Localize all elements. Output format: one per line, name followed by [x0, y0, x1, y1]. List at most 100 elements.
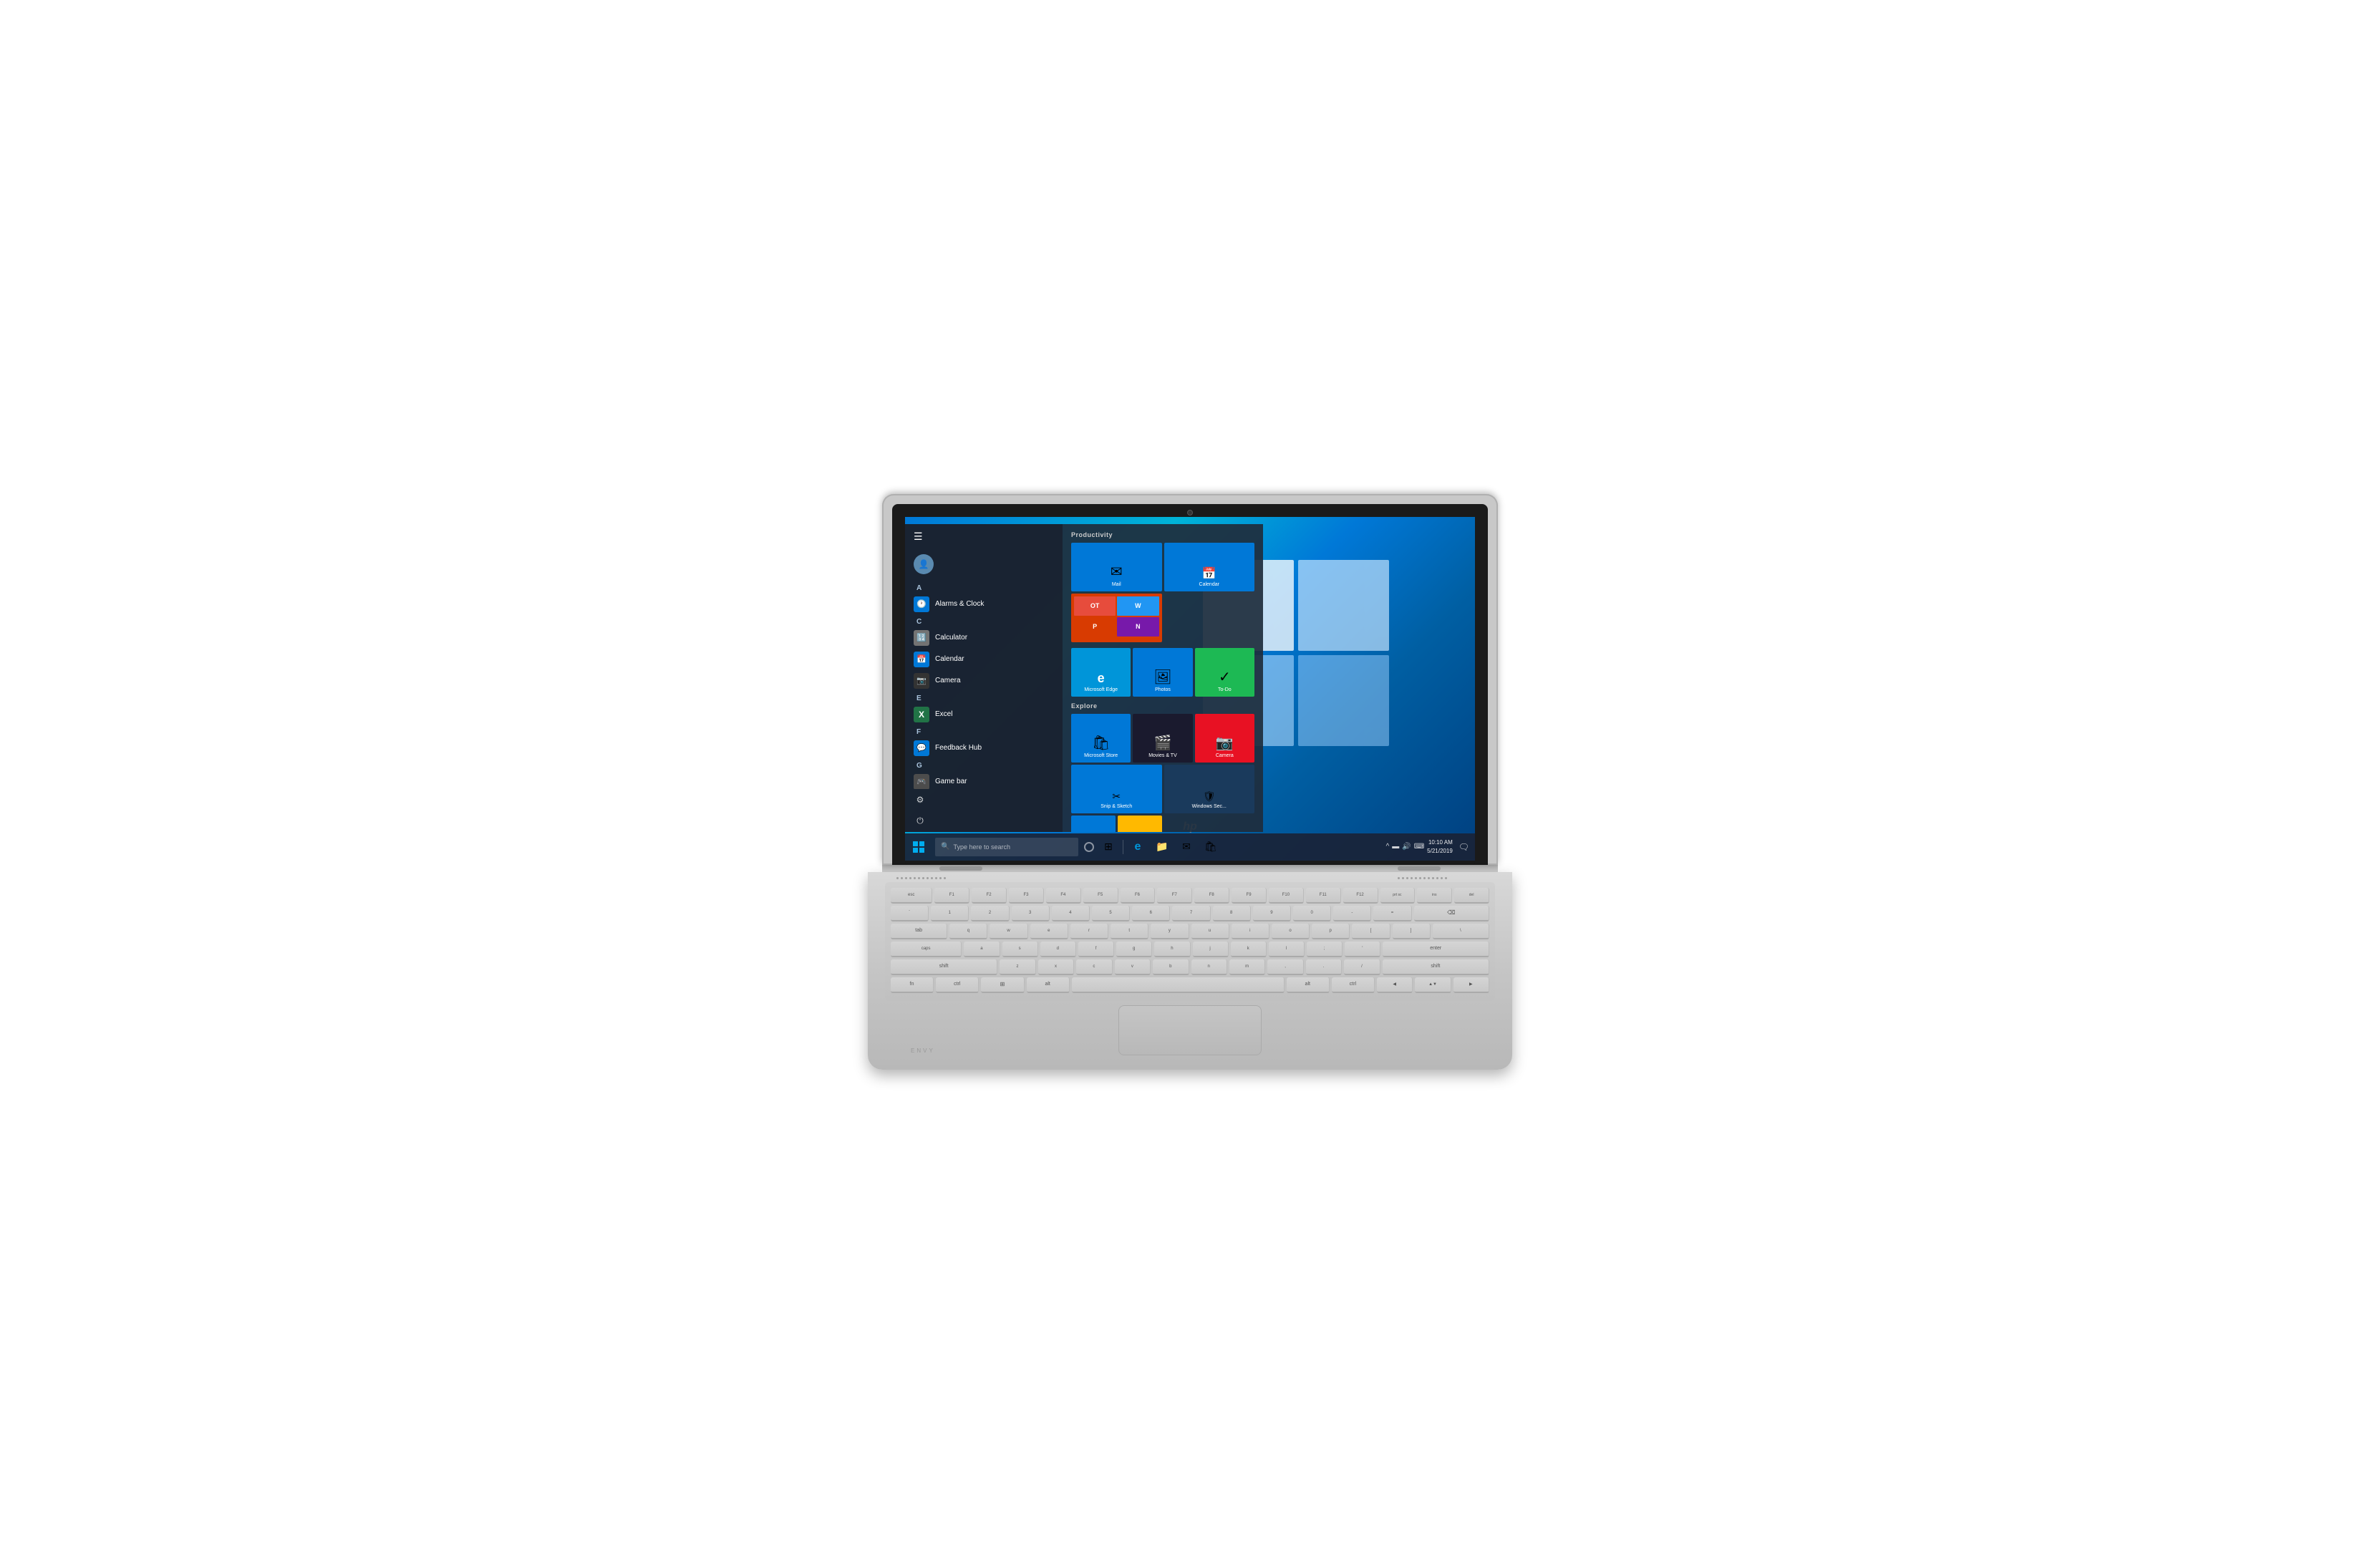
key-ralt[interactable]: alt [1287, 977, 1330, 993]
tile-brightness[interactable]: ☀ [1071, 816, 1116, 832]
tray-language[interactable]: ⌨ [1414, 843, 1424, 851]
key-lctrl[interactable]: ctrl [936, 977, 979, 993]
key-quote[interactable]: ' [1345, 942, 1380, 957]
key-w[interactable]: w [990, 924, 1027, 939]
taskbar-explorer[interactable]: 📁 [1151, 833, 1174, 861]
start-power-item[interactable]: ⏻ [905, 810, 1063, 832]
key-comma[interactable]: , [1267, 959, 1303, 975]
key-f2[interactable]: F2 [972, 888, 1007, 904]
taskbar-edge[interactable]: e [1126, 833, 1149, 861]
key-l[interactable]: l [1269, 942, 1305, 957]
key-m[interactable]: m [1229, 959, 1265, 975]
tile-photos[interactable]: 🖼 Photos [1133, 648, 1192, 697]
key-lalt[interactable]: alt [1027, 977, 1070, 993]
key-backslash[interactable]: \ [1433, 924, 1489, 939]
key-f3[interactable]: F3 [1009, 888, 1044, 904]
taskbar-search[interactable]: 🔍 Type here to search [935, 838, 1078, 856]
start-settings-item[interactable]: ⚙ [905, 789, 1063, 810]
key-updown[interactable]: ▲▼ [1415, 977, 1451, 993]
key-lbracket[interactable]: [ [1352, 924, 1390, 939]
key-x[interactable]: x [1038, 959, 1074, 975]
app-item-gamebar[interactable]: 🎮 Game bar [905, 771, 1063, 789]
key-left[interactable]: ◀ [1377, 977, 1413, 993]
key-f8[interactable]: F8 [1194, 888, 1229, 904]
key-6[interactable]: 6 [1132, 906, 1170, 921]
key-enter[interactable]: enter [1383, 942, 1489, 957]
hamburger-icon[interactable]: ☰ [914, 531, 923, 543]
tray-network[interactable]: ▬ [1392, 843, 1399, 851]
key-j[interactable]: j [1193, 942, 1229, 957]
tile-movies[interactable]: 🎬 Movies & TV [1133, 714, 1192, 763]
touchpad[interactable] [1118, 1005, 1262, 1055]
key-lshift[interactable]: shift [891, 959, 997, 975]
key-7[interactable]: 7 [1172, 906, 1210, 921]
key-r[interactable]: r [1070, 924, 1108, 939]
key-rbracket[interactable]: ] [1393, 924, 1431, 939]
app-item-feedback[interactable]: 💬 Feedback Hub [905, 737, 1063, 759]
tray-volume[interactable]: 🔊 [1402, 843, 1411, 851]
tray-clock[interactable]: 10:10 AM 5/21/2019 [1427, 838, 1453, 854]
key-v[interactable]: v [1115, 959, 1151, 975]
key-esc[interactable]: esc [891, 888, 932, 904]
app-item-calculator[interactable]: 🔢 Calculator [905, 627, 1063, 649]
key-b[interactable]: b [1153, 959, 1189, 975]
user-avatar[interactable]: 👤 [914, 554, 934, 574]
key-f12[interactable]: F12 [1343, 888, 1378, 904]
tray-notification-icon[interactable]: 🗨 [1459, 842, 1469, 852]
key-o[interactable]: o [1272, 924, 1310, 939]
tile-store[interactable]: 🛍 Microsoft Store [1071, 714, 1131, 763]
key-f[interactable]: f [1078, 942, 1114, 957]
tile-snip[interactable]: ✂ Snip & Sketch [1071, 765, 1162, 813]
key-f1[interactable]: F1 [934, 888, 969, 904]
key-f7[interactable]: F7 [1157, 888, 1192, 904]
taskbar-store[interactable]: 🛍 [1199, 833, 1222, 861]
app-item-calendar[interactable]: 📅 Calendar [905, 649, 1063, 670]
app-item-camera[interactable]: 📷 Camera [905, 670, 1063, 692]
key-y[interactable]: y [1151, 924, 1189, 939]
key-g[interactable]: g [1116, 942, 1152, 957]
key-del[interactable]: del [1454, 888, 1489, 904]
key-slash[interactable]: / [1344, 959, 1380, 975]
key-q[interactable]: q [949, 924, 987, 939]
key-p[interactable]: p [1312, 924, 1350, 939]
key-f5[interactable]: F5 [1083, 888, 1118, 904]
cortana-icon[interactable] [1084, 842, 1094, 852]
key-rctrl[interactable]: ctrl [1332, 977, 1375, 993]
key-s[interactable]: s [1002, 942, 1038, 957]
key-fn[interactable]: fn [891, 977, 934, 993]
key-space[interactable] [1072, 977, 1285, 993]
tile-security[interactable]: 🛡 Windows Sec... [1164, 765, 1255, 813]
key-equals[interactable]: = [1373, 906, 1411, 921]
key-prtsc[interactable]: prt sc [1380, 888, 1416, 904]
key-backtick[interactable]: ` [891, 906, 929, 921]
tile-camera[interactable]: 📷 Camera [1195, 714, 1254, 763]
start-button[interactable] [905, 833, 932, 861]
key-z[interactable]: z [1000, 959, 1035, 975]
key-i[interactable]: i [1232, 924, 1269, 939]
key-2[interactable]: 2 [971, 906, 1009, 921]
key-win[interactable]: ⊞ [981, 977, 1024, 993]
tile-mail[interactable]: ✉ Mail [1071, 543, 1162, 591]
key-8[interactable]: 8 [1213, 906, 1251, 921]
key-period[interactable]: . [1306, 959, 1342, 975]
key-e[interactable]: e [1030, 924, 1068, 939]
tile-calendar[interactable]: 📅 Calendar [1164, 543, 1255, 591]
key-5[interactable]: 5 [1092, 906, 1130, 921]
key-tab[interactable]: tab [891, 924, 947, 939]
tile-edge[interactable]: e Microsoft Edge [1071, 648, 1131, 697]
key-caps[interactable]: caps [891, 942, 962, 957]
key-f11[interactable]: F11 [1306, 888, 1341, 904]
key-n[interactable]: n [1191, 959, 1227, 975]
key-f4[interactable]: F4 [1046, 888, 1081, 904]
key-a[interactable]: a [964, 942, 1000, 957]
key-ins[interactable]: ins [1417, 888, 1452, 904]
key-semicolon[interactable]: ; [1307, 942, 1343, 957]
key-minus[interactable]: - [1333, 906, 1371, 921]
key-0[interactable]: 0 [1293, 906, 1331, 921]
key-4[interactable]: 4 [1052, 906, 1090, 921]
key-c[interactable]: c [1076, 959, 1112, 975]
key-d[interactable]: d [1040, 942, 1076, 957]
key-h[interactable]: h [1154, 942, 1190, 957]
taskbar-mail[interactable]: ✉ [1175, 833, 1198, 861]
key-t[interactable]: t [1111, 924, 1148, 939]
